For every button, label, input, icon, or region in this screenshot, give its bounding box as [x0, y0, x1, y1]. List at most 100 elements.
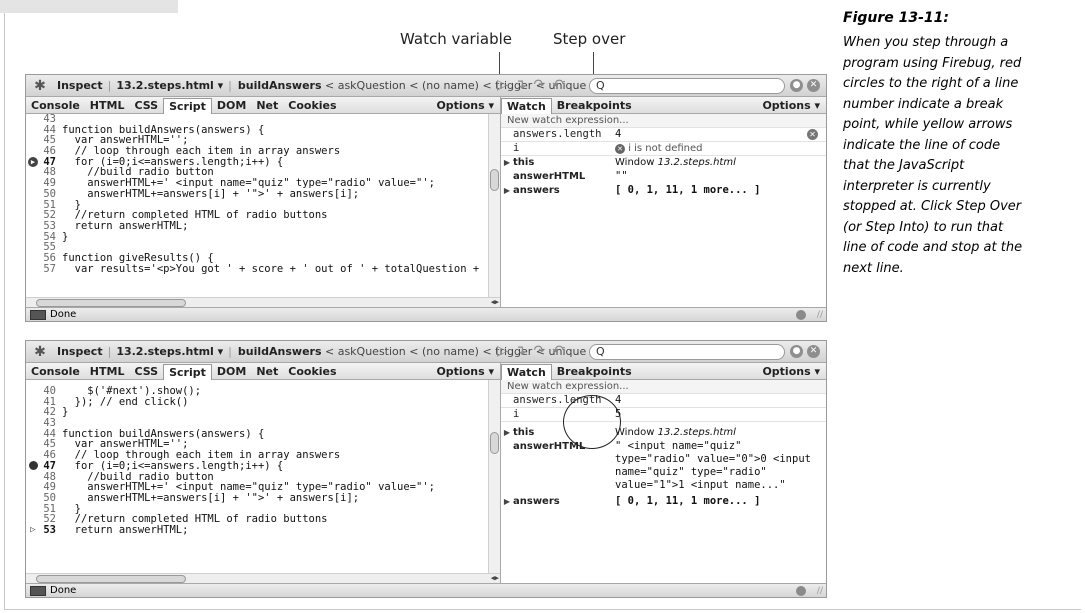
line-number[interactable]: 57	[40, 263, 62, 275]
gutter[interactable]	[26, 189, 40, 200]
script-code-pane[interactable]: 43 44 function buildAnswers(answers) {45 v…	[26, 114, 501, 307]
tab-script[interactable]: Script	[163, 97, 212, 114]
watch-row-this[interactable]: ▶ this Window 13.2.steps.html	[501, 426, 826, 440]
scroll-thumb[interactable]	[490, 169, 499, 191]
step-over-icon[interactable]: ↷	[534, 343, 546, 359]
search-input[interactable]: Q	[589, 344, 785, 360]
scroll-arrows-icon[interactable]: ◀▶	[491, 298, 499, 306]
gutter[interactable]	[26, 200, 40, 211]
tab-breakpoints[interactable]: Breakpoints	[552, 363, 637, 379]
tab-console[interactable]: Console	[26, 363, 85, 379]
watch-row-this[interactable]: ▶ this Window 13.2.steps.html	[501, 156, 826, 170]
code-line[interactable]: 41 }); // end click()	[26, 396, 500, 408]
tab-css[interactable]: CSS	[129, 97, 163, 113]
gutter[interactable]	[26, 178, 40, 189]
gutter[interactable]	[26, 221, 40, 232]
code-vertical-scrollbar[interactable]	[488, 114, 500, 297]
tab-script[interactable]: Script	[163, 363, 212, 380]
breakpoint-icon[interactable]	[26, 460, 40, 472]
watch-options-menu[interactable]: Options ▾	[762, 365, 820, 378]
close-icon[interactable]: ✕	[807, 345, 820, 358]
step-out-icon[interactable]: ↶	[552, 343, 564, 359]
gutter[interactable]	[26, 514, 40, 525]
continue-icon[interactable]: ▷	[497, 343, 508, 359]
tab-console[interactable]: Console	[26, 97, 85, 113]
gutter[interactable]	[26, 504, 40, 515]
tab-net[interactable]: Net	[251, 97, 283, 113]
tab-dom[interactable]: DOM	[212, 363, 251, 379]
detach-icon[interactable]: ●	[790, 79, 803, 92]
gutter[interactable]	[26, 397, 40, 408]
gutter[interactable]	[26, 210, 40, 221]
scroll-thumb[interactable]	[36, 299, 186, 307]
file-select[interactable]: 13.2.steps.html ▾	[116, 79, 223, 92]
expand-arrow-icon[interactable]: ▶	[501, 184, 513, 197]
code-line[interactable]: 47 for (i=0;i<=answers.length;i++) {	[26, 461, 500, 472]
step-out-icon[interactable]: ↶	[552, 77, 564, 93]
inspect-button[interactable]: Inspect	[57, 79, 103, 92]
step-into-icon[interactable]: ↴	[515, 77, 527, 93]
gutter[interactable]	[26, 242, 40, 253]
continue-icon[interactable]: ▷	[497, 77, 508, 93]
tab-watch[interactable]: Watch	[501, 363, 552, 380]
scroll-thumb[interactable]	[36, 575, 186, 583]
step-into-icon[interactable]: ↴	[515, 343, 527, 359]
watch-row-answerhtml[interactable]: answerHTML " <input name="quiz" type="ra…	[501, 440, 826, 492]
gutter[interactable]	[26, 232, 40, 243]
tab-html[interactable]: HTML	[85, 363, 130, 379]
gutter[interactable]	[26, 253, 40, 264]
code-line[interactable]: 57 var results='<p>You got ' + score + '…	[26, 263, 500, 275]
line-number[interactable]: 50	[40, 493, 62, 504]
resize-grip-icon[interactable]: ∕∕	[817, 586, 823, 596]
watch-row-i[interactable]: i ✕ i is not defined	[501, 142, 826, 156]
code-line[interactable]: 42}	[26, 407, 500, 418]
search-input[interactable]: Q	[589, 78, 785, 94]
script-code-pane[interactable]: 40 $('#next').show(); 41 }); // end click…	[26, 380, 501, 583]
expand-arrow-icon[interactable]: ▶	[501, 156, 513, 169]
execution-arrow-icon[interactable]: ▷	[26, 525, 40, 536]
line-number[interactable]: 47	[40, 461, 62, 472]
code-horizontal-scrollbar[interactable]: ◀▶	[26, 573, 500, 583]
breadcrumb-current[interactable]: buildAnswers	[238, 345, 322, 358]
watch-row-answers-length[interactable]: answers.length 4 ✕	[501, 128, 826, 142]
code-vertical-scrollbar[interactable]	[488, 380, 500, 573]
gutter[interactable]	[26, 472, 40, 483]
tab-net[interactable]: Net	[251, 363, 283, 379]
remove-watch-icon[interactable]: ✕	[807, 129, 818, 140]
tab-cookies[interactable]: Cookies	[283, 97, 341, 113]
new-watch-expression[interactable]: New watch expression...	[501, 114, 826, 128]
gutter[interactable]	[26, 386, 40, 397]
tab-breakpoints[interactable]: Breakpoints	[552, 97, 637, 113]
firebug-bug-icon[interactable]: ✱	[28, 78, 52, 94]
gutter[interactable]	[26, 146, 40, 157]
gutter[interactable]	[26, 135, 40, 146]
code-line[interactable]: 53 return answerHTML;	[26, 221, 500, 232]
code-line[interactable]: 50 answerHTML+=answers[i] + '">' + answe…	[26, 189, 500, 200]
gutter[interactable]	[26, 439, 40, 450]
line-number[interactable]: 53	[40, 221, 62, 232]
close-icon[interactable]: ✕	[807, 79, 820, 92]
gutter[interactable]	[26, 407, 40, 418]
tab-dom[interactable]: DOM	[212, 97, 251, 113]
watch-row-i[interactable]: i 5	[501, 408, 826, 422]
expand-arrow-icon[interactable]: ▶	[501, 426, 513, 439]
tab-html[interactable]: HTML	[85, 97, 130, 113]
file-select[interactable]: 13.2.steps.html ▾	[116, 345, 223, 358]
resize-grip-icon[interactable]: ∕∕	[817, 310, 823, 320]
scroll-thumb[interactable]	[490, 432, 499, 454]
gutter[interactable]	[26, 114, 40, 125]
inspect-button[interactable]: Inspect	[57, 345, 103, 358]
code-line[interactable]: ▷ 53 return answerHTML;	[26, 525, 500, 536]
watch-row-answers-length[interactable]: answers.length 4	[501, 394, 826, 408]
script-options-menu[interactable]: Options ▾	[436, 99, 494, 112]
watch-row-answers[interactable]: ▶ answers [ 0, 1, 11, 1 more... ]	[501, 184, 826, 198]
expand-arrow-icon[interactable]: ▶	[501, 495, 513, 508]
breakpoint-current-line-icon[interactable]: ▶	[26, 156, 40, 168]
code-horizontal-scrollbar[interactable]: ◀▶	[26, 297, 500, 307]
new-watch-expression[interactable]: New watch expression...	[501, 380, 826, 394]
line-number[interactable]: 50	[40, 189, 62, 200]
tab-watch[interactable]: Watch	[501, 97, 552, 114]
step-over-icon[interactable]: ↷	[534, 77, 546, 93]
gutter[interactable]	[26, 418, 40, 429]
breadcrumb-current[interactable]: buildAnswers	[238, 79, 322, 92]
